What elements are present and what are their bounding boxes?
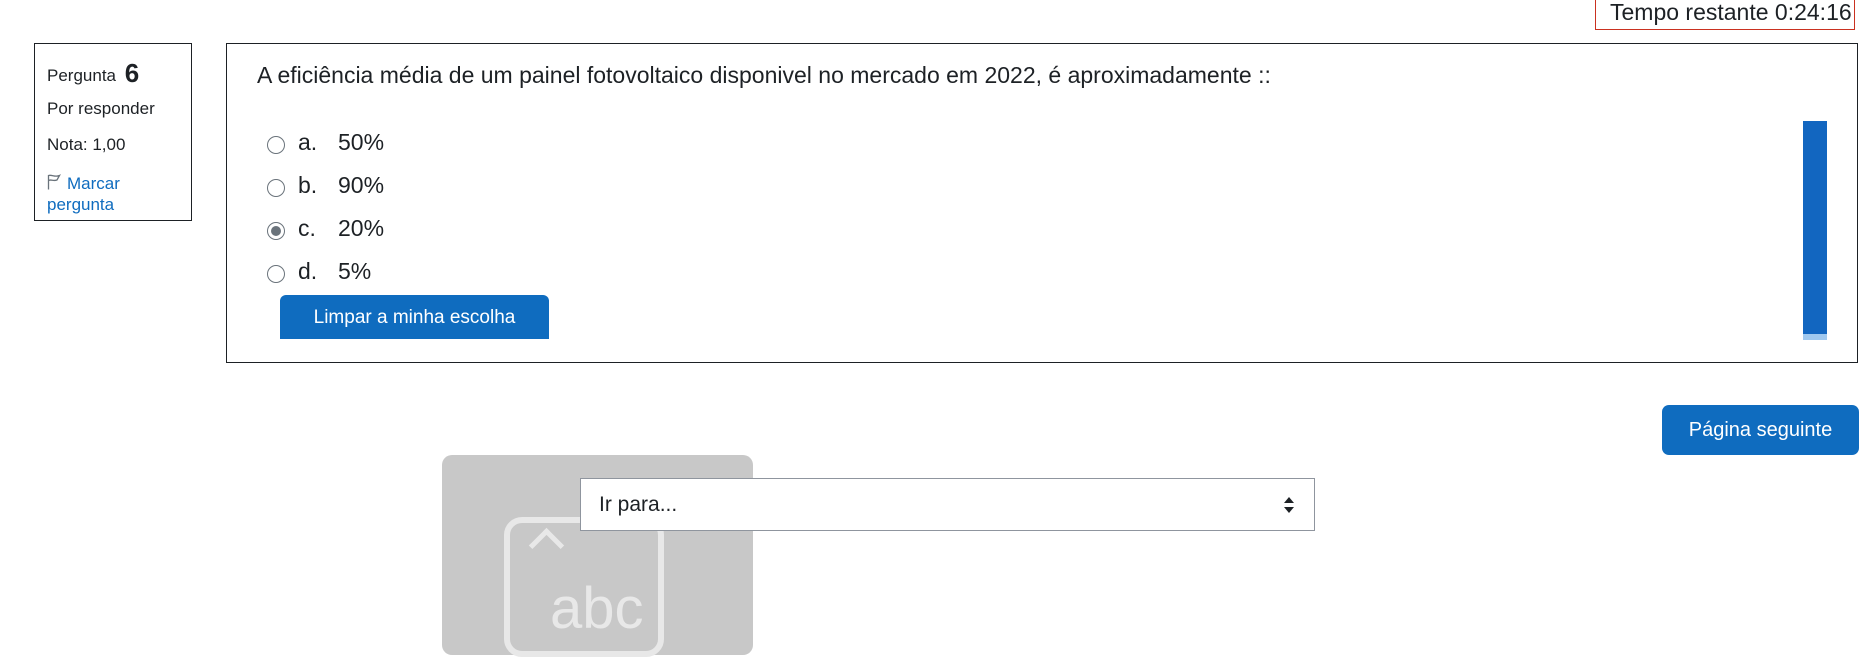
question-text: A eficiência média de um painel fotovolt…: [257, 62, 1271, 88]
question-state: Por responder: [47, 99, 155, 118]
select-arrows-icon: [1284, 497, 1294, 513]
answer-radio-b[interactable]: [267, 179, 285, 197]
jump-to-select-value: Ir para...: [599, 493, 678, 516]
keyboard-key-shape: abc: [504, 517, 664, 657]
question-content-box: A eficiência média de um painel fotovolt…: [226, 43, 1858, 363]
caret-icon: [528, 527, 565, 564]
scrollbar[interactable]: [1803, 121, 1827, 340]
answer-option-c[interactable]: c. 20%: [267, 210, 384, 246]
answer-letter: b.: [298, 171, 318, 198]
answer-letter: c.: [298, 214, 316, 241]
question-number: 6: [124, 58, 140, 88]
answer-text: 90%: [338, 171, 385, 198]
answer-option-d[interactable]: d. 5%: [267, 253, 371, 289]
keyboard-icon-text: abc: [550, 576, 644, 641]
flag-icon: [47, 174, 62, 190]
question-label: Pergunta: [47, 66, 116, 85]
next-page-button[interactable]: Página seguinte: [1662, 405, 1859, 455]
answer-radio-a[interactable]: [267, 136, 285, 154]
answer-letter: d.: [298, 257, 318, 284]
answer-option-b[interactable]: b. 90%: [267, 167, 384, 203]
question-grade: Nota: 1,00: [47, 135, 126, 154]
answer-text: 5%: [338, 257, 372, 284]
scrollbar-thumb[interactable]: [1803, 121, 1827, 334]
jump-to-select[interactable]: Ir para...: [580, 478, 1315, 531]
clear-choice-button[interactable]: Limpar a minha escolha: [280, 295, 549, 339]
question-info-panel: Pergunta 6 Por responder Nota: 1,00 Marc…: [34, 43, 192, 221]
flag-question-link[interactable]: Marcar pergunta: [47, 173, 191, 215]
answer-letter: a.: [298, 128, 318, 155]
answer-text: 20%: [338, 214, 385, 241]
time-remaining-display: Tempo restante 0:24:16: [1595, 0, 1855, 30]
question-number-line: Pergunta 6: [47, 58, 191, 89]
answer-option-a[interactable]: a. 50%: [267, 124, 384, 160]
answer-text: 50%: [338, 128, 385, 155]
answer-radio-c[interactable]: [267, 222, 285, 240]
answer-radio-d[interactable]: [267, 265, 285, 283]
